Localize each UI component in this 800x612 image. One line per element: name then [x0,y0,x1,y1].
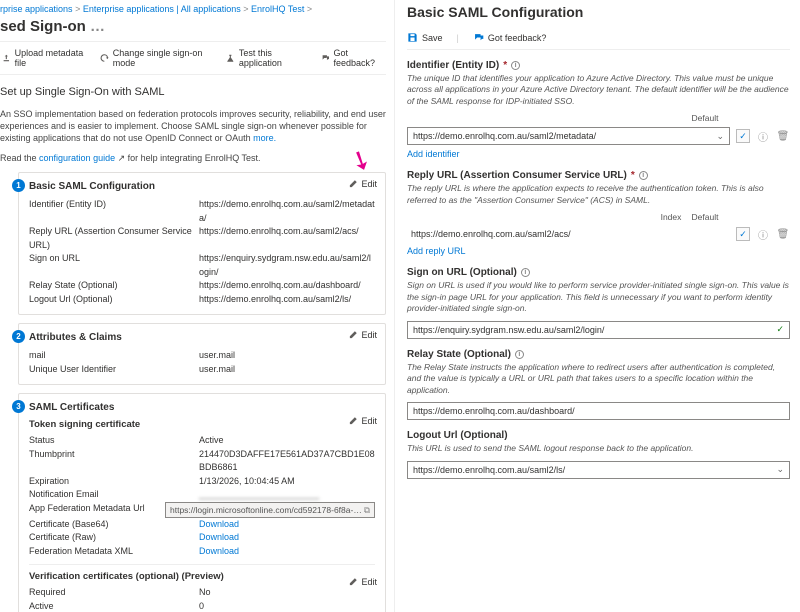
edit-card1-button[interactable]: Edit [348,179,377,189]
change-mode-button[interactable]: Change single sign-on mode [100,48,212,68]
logout-url-label: Logout Url (Optional) [407,430,790,441]
copy-icon[interactable]: ⧉ [364,504,370,517]
upload-metadata-button[interactable]: Upload metadata file [2,48,86,68]
upload-icon [2,53,11,63]
breadcrumb: rprise applications > Enterprise applica… [0,4,386,14]
entity-id-input[interactable]: https://demo.enrolhq.com.au/saml2/metada… [407,127,730,145]
test-app-button[interactable]: Test this application [226,48,307,68]
app-fed-url-field[interactable]: https://login.microsoftonline.com/cd5921… [165,502,375,518]
card-saml-certificates: 3 SAML Certificates Token signing certif… [18,393,386,612]
setup-intro: An SSO implementation based on federatio… [0,108,386,144]
reply-url-desc: The reply URL is where the application e… [407,183,790,206]
signon-url-input[interactable]: https://enquiry.sydgram.nsw.edu.au/saml2… [407,321,790,339]
panel-feedback-button[interactable]: Got feedback? [473,32,547,43]
info-icon[interactable]: i [639,171,648,180]
reply-url-row: https://demo.enrolhq.com.au/saml2/acs/ ✓… [407,226,790,242]
add-identifier-link[interactable]: Add identifier [407,149,460,159]
pencil-icon [348,330,358,340]
crumb-2[interactable]: EnrolHQ Test [251,4,304,14]
left-toolbar: Upload metadata file Change single sign-… [0,41,386,75]
learn-more-link[interactable]: more. [253,133,276,143]
flask-icon [226,53,235,63]
logout-url-input[interactable]: https://demo.enrolhq.com.au/saml2/ls/⌄ [407,461,790,479]
info-icon[interactable]: ⓘ [756,129,770,144]
entity-id-desc: The unique ID that identifies your appli… [407,73,790,107]
right-pane: Basic SAML Configuration Save | Got feed… [394,0,800,612]
card-attributes-claims: 2 Attributes & Claims Edit mailuser.mail… [18,323,386,385]
person-feedback-icon [473,32,484,43]
default-checkbox[interactable]: ✓ [736,227,750,241]
person-feedback-icon [321,53,330,63]
add-reply-url-link[interactable]: Add reply URL [407,246,466,256]
config-guide-link[interactable]: configuration guide [39,153,115,163]
info-icon[interactable]: i [521,268,530,277]
info-icon[interactable]: i [515,350,524,359]
edit-verif-button[interactable]: Edit [348,577,377,587]
signon-url-desc: Sign on URL is used if you would like to… [407,280,790,314]
reply-url-label: Reply URL (Assertion Consumer Service UR… [407,170,790,181]
info-icon[interactable]: i [511,61,520,70]
chevron-down-icon: ⌄ [716,131,724,142]
card2-title: Attributes & Claims [29,332,375,343]
panel-title: Basic SAML Configuration [407,4,790,20]
logout-url-desc: This URL is used to send the SAML logout… [407,443,790,454]
card-basic-saml: 1 Basic SAML Configuration Edit Identifi… [18,172,386,315]
signon-url-label: Sign on URL (Optional) i [407,267,790,278]
relay-state-desc: The Relay State instructs the applicatio… [407,362,790,396]
feedback-button[interactable]: Got feedback? [321,48,384,68]
page-title: sed Sign-on … [0,18,386,35]
chevron-down-icon: ⌄ [776,464,784,475]
check-icon: ✓ [776,324,784,335]
info-icon[interactable]: ⓘ [756,227,770,242]
pencil-icon [348,577,358,587]
download-fed-xml[interactable]: Download [199,546,239,556]
save-icon [407,32,418,43]
download-cert-raw[interactable]: Download [199,532,239,542]
step-badge-2: 2 [12,330,25,343]
delete-icon[interactable]: 🗑 [776,229,790,240]
download-cert-base64[interactable]: Download [199,519,239,529]
delete-icon[interactable]: 🗑 [776,131,790,142]
token-signing-head: Token signing certificate [29,419,375,430]
entity-id-row: https://demo.enrolhq.com.au/saml2/metada… [407,127,790,145]
refresh-icon [100,53,109,63]
pencil-icon [348,416,358,426]
step-badge-1: 1 [12,179,25,192]
pencil-icon [348,179,358,189]
edit-card3-button[interactable]: Edit [348,416,377,426]
save-button[interactable]: Save [407,32,443,43]
card1-title: Basic SAML Configuration [29,181,375,192]
relay-state-input[interactable]: https://demo.enrolhq.com.au/dashboard/ [407,402,790,420]
setup-heading: Set up Single Sign-On with SAML [0,85,386,100]
verification-certs-head: Verification certificates (optional) (Pr… [29,571,375,582]
card3-title: SAML Certificates [29,402,375,413]
left-pane: rprise applications > Enterprise applica… [0,0,394,612]
entity-id-label: Identifier (Entity ID) * i [407,60,790,71]
default-checkbox[interactable]: ✓ [736,129,750,143]
read-guide-line: Read the configuration guide ↗ for help … [0,152,386,164]
step-badge-3: 3 [12,400,25,413]
edit-card2-button[interactable]: Edit [348,330,377,340]
crumb-0[interactable]: rprise applications [0,4,73,14]
relay-state-label: Relay State (Optional) i [407,349,790,360]
panel-toolbar: Save | Got feedback? [407,28,790,50]
crumb-1[interactable]: Enterprise applications | All applicatio… [83,4,241,14]
reply-url-value[interactable]: https://demo.enrolhq.com.au/saml2/acs/ [407,226,710,242]
